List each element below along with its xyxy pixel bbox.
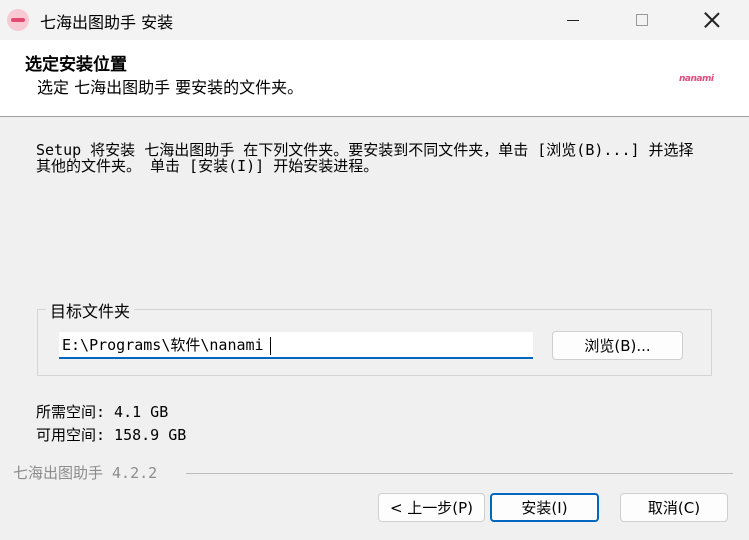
- title-bar[interactable]: 七海出图助手 安装: [0, 0, 749, 40]
- window-title: 七海出图助手 安装: [40, 13, 174, 32]
- brand-logo: nanami: [679, 74, 714, 84]
- maximize-button[interactable]: [614, 0, 670, 40]
- page-title: 选定安装位置: [25, 55, 127, 75]
- space-available: 可用空间: 158.9 GB: [36, 426, 187, 444]
- back-button[interactable]: < 上一步(P): [378, 493, 485, 522]
- destination-folder-label: 目标文件夹: [46, 298, 135, 322]
- minimize-button[interactable]: [545, 0, 601, 40]
- install-description: Setup 将安装 七海出图助手 在下列文件夹。要安装到不同文件夹，单击 [浏览…: [36, 141, 694, 175]
- maximize-icon: [636, 14, 648, 26]
- install-path-input[interactable]: [59, 332, 533, 359]
- text-caret: [270, 337, 271, 355]
- wizard-header: 选定安装位置 选定 七海出图助手 要安装的文件夹。 nanami: [0, 40, 749, 117]
- close-button[interactable]: [684, 0, 740, 40]
- footer-divider: [186, 473, 733, 474]
- install-button[interactable]: 安装(I): [490, 493, 599, 522]
- browse-button[interactable]: 浏览(B)...: [552, 331, 683, 360]
- footer-brand-label: 七海出图助手 4.2.2: [13, 464, 158, 482]
- app-logo-icon: [7, 9, 29, 31]
- minimize-icon: [567, 19, 579, 21]
- page-subtitle: 选定 七海出图助手 要安装的文件夹。: [37, 78, 304, 97]
- footer-brand-row: 七海出图助手 4.2.2: [13, 462, 733, 482]
- cancel-button[interactable]: 取消(C): [620, 493, 728, 522]
- space-required: 所需空间: 4.1 GB: [36, 403, 169, 421]
- close-icon: [704, 12, 720, 28]
- disk-space-info: 所需空间: 4.1 GB 可用空间: 158.9 GB: [36, 401, 186, 447]
